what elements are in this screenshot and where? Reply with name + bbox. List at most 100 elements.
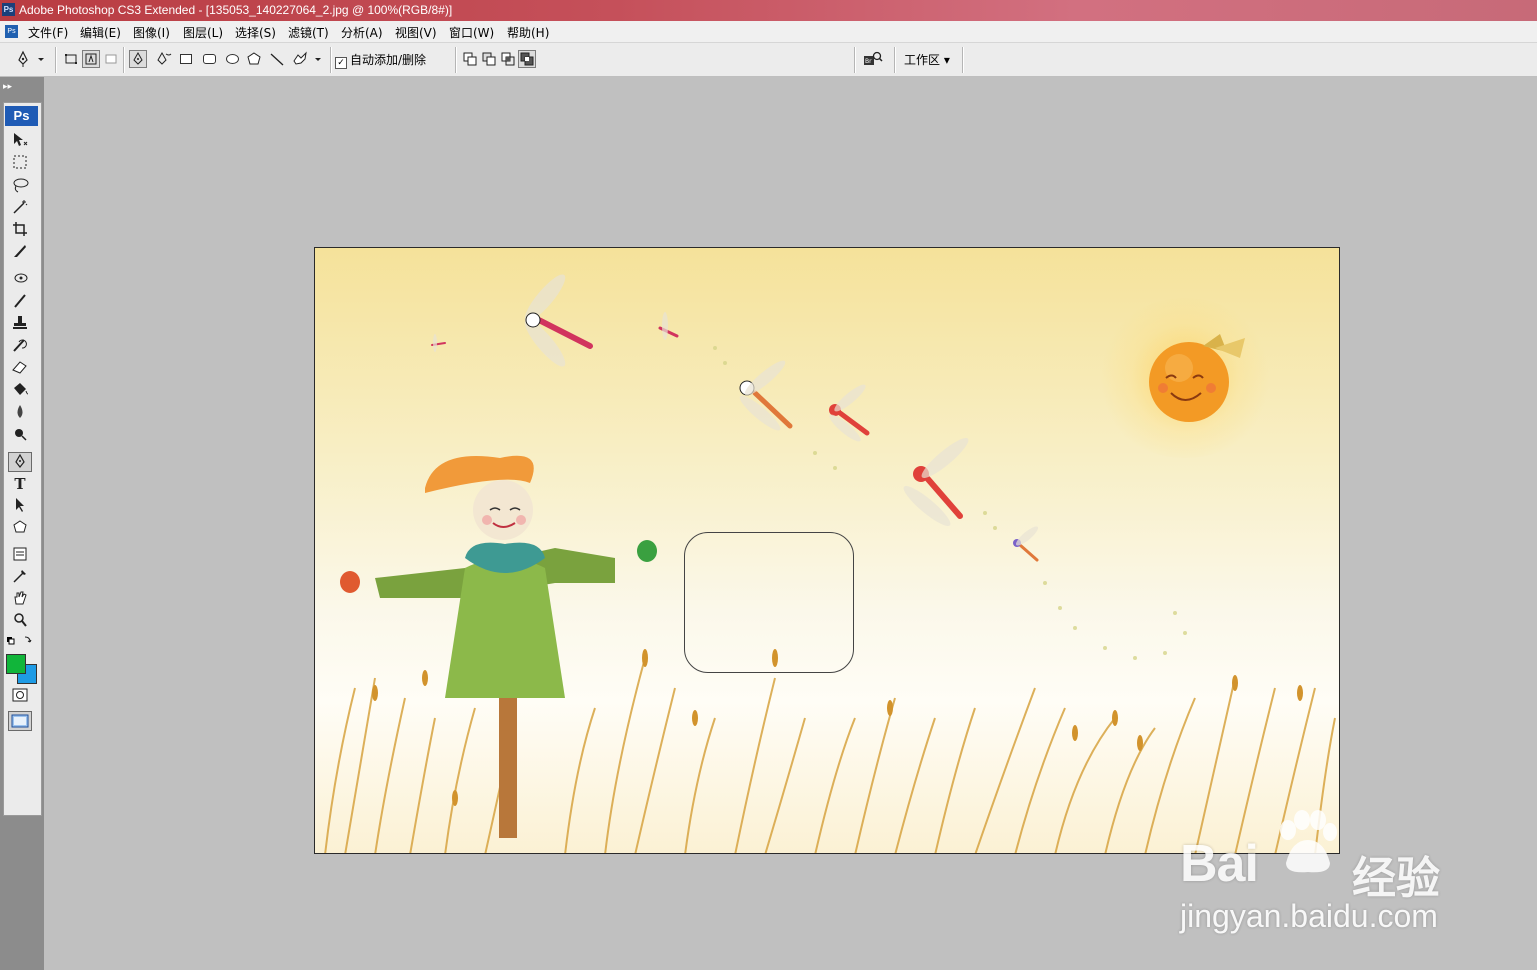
- tool-preset-picker[interactable]: [14, 50, 32, 68]
- subtract-path-area-button[interactable]: [480, 50, 498, 68]
- chevron-down-icon: [315, 58, 321, 61]
- document-canvas[interactable]: [314, 247, 1340, 854]
- preset-dropdown-arrow[interactable]: [36, 50, 46, 68]
- menu-analysis[interactable]: 分析(A): [341, 24, 383, 41]
- photoshop-logo[interactable]: Ps: [5, 106, 38, 126]
- add-to-path-area-button[interactable]: [461, 50, 479, 68]
- rounded-rectangle-tool-icon[interactable]: [203, 54, 216, 64]
- checkbox-check-icon[interactable]: ✓: [335, 57, 347, 69]
- line-tool-option[interactable]: [268, 50, 286, 68]
- magic-wand-icon: [13, 200, 28, 214]
- path-combine-add-icon: [463, 52, 477, 66]
- menu-layer[interactable]: 图层(L): [183, 24, 223, 41]
- auto-add-delete-checkbox[interactable]: ✓ 自动添加/删除: [335, 51, 426, 69]
- brush-tool[interactable]: [8, 292, 32, 312]
- hand-icon: [14, 591, 27, 605]
- separator: [894, 47, 896, 73]
- lasso-icon: [13, 178, 29, 193]
- panel-collapse-icon[interactable]: ▸▸: [3, 82, 12, 92]
- eyedropper-tool[interactable]: [8, 567, 32, 587]
- quick-mask-icon: [12, 688, 28, 702]
- rounded-rectangle-path[interactable]: [684, 532, 854, 673]
- bridge-search-icon: Br: [864, 51, 883, 65]
- screen-mode-button[interactable]: [8, 711, 32, 731]
- menu-select[interactable]: 选择(S): [235, 24, 276, 41]
- path-combine-intersect-icon: [501, 52, 515, 66]
- foreground-color-swatch[interactable]: [6, 654, 26, 674]
- type-tool[interactable]: T: [8, 474, 32, 494]
- custom-shape-option[interactable]: [291, 50, 309, 68]
- svg-text:Br: Br: [865, 58, 872, 65]
- ellipse-tool-icon[interactable]: [226, 54, 239, 64]
- line-icon: [270, 53, 284, 66]
- zoom-tool[interactable]: [8, 611, 32, 631]
- shape-layers-button[interactable]: [62, 50, 80, 68]
- separator: [962, 47, 964, 73]
- spot-healing-tool[interactable]: [8, 269, 32, 289]
- freeform-pen-icon: [157, 51, 172, 65]
- menu-filter[interactable]: 滤镜(T): [288, 24, 329, 41]
- history-brush-tool[interactable]: [8, 336, 32, 356]
- baidu-jingyan-watermark: Bai 经验 jingyan.baidu.com: [1180, 800, 1510, 950]
- quick-mask-button[interactable]: [8, 686, 32, 706]
- pen-icon: [15, 453, 25, 468]
- paint-bucket-icon: [14, 383, 29, 395]
- color-swap-controls[interactable]: [5, 634, 35, 648]
- separator: [123, 47, 125, 73]
- path-combine-subtract-icon: [482, 52, 496, 66]
- shape-tool[interactable]: [8, 518, 32, 538]
- menu-bar: Ps 文件(F) 编辑(E) 图像(I) 图层(L) 选择(S) 滤镜(T) 分…: [0, 21, 1537, 43]
- menu-edit[interactable]: 编辑(E): [80, 24, 121, 41]
- pen-icon: [18, 50, 28, 67]
- clone-stamp-tool[interactable]: [8, 314, 32, 334]
- menu-view[interactable]: 视图(V): [395, 24, 437, 41]
- blur-tool[interactable]: [8, 403, 32, 423]
- lasso-tool[interactable]: [8, 176, 32, 196]
- rectangle-tool-icon[interactable]: [180, 54, 192, 64]
- fill-pixels-button[interactable]: [102, 50, 120, 68]
- exclude-path-area-button[interactable]: [518, 50, 536, 68]
- menu-window[interactable]: 窗口(W): [449, 24, 494, 41]
- paint-bucket-tool[interactable]: [8, 380, 32, 400]
- shape-layers-icon: [65, 54, 77, 64]
- path-selection-tool[interactable]: [8, 496, 32, 516]
- crop-tool[interactable]: [8, 220, 32, 240]
- hand-tool[interactable]: [8, 589, 32, 609]
- path-combine-exclude-icon: [520, 52, 534, 66]
- freeform-pen-option[interactable]: [155, 50, 173, 68]
- app-icon[interactable]: Ps: [2, 3, 15, 16]
- custom-shape-dropdown[interactable]: [313, 50, 323, 68]
- watermark-logo-text: Bai: [1180, 835, 1259, 893]
- watermark-logo-suffix: 经验: [1352, 853, 1440, 904]
- intersect-path-area-button[interactable]: [499, 50, 517, 68]
- eyedropper-icon: [13, 570, 26, 583]
- smiling-sun: [1149, 334, 1245, 422]
- workspace-button[interactable]: 工作区 ▾: [904, 51, 950, 68]
- baidu-paw-icon: [1280, 810, 1337, 873]
- separator: [55, 47, 57, 73]
- document-icon[interactable]: Ps: [5, 25, 18, 38]
- pen-tool-option[interactable]: [129, 50, 147, 68]
- menu-file[interactable]: 文件(F): [28, 24, 68, 41]
- slice-tool[interactable]: [8, 242, 32, 262]
- brush-icon: [14, 294, 26, 308]
- pen-tool[interactable]: [8, 452, 32, 472]
- magic-wand-tool[interactable]: [8, 198, 32, 218]
- chevron-down-icon: [38, 58, 44, 61]
- swap-colors-icon: [7, 636, 32, 645]
- paths-button[interactable]: [82, 50, 100, 68]
- polygon-icon: [13, 520, 27, 533]
- watermark-url: jingyan.baidu.com: [1180, 898, 1438, 934]
- marquee-tool[interactable]: [8, 153, 32, 173]
- notes-tool[interactable]: [8, 545, 32, 565]
- bridge-button[interactable]: Br: [862, 50, 886, 68]
- polygon-icon: [247, 52, 261, 65]
- move-tool[interactable]: [8, 131, 32, 151]
- note-icon: [13, 547, 27, 561]
- dodge-tool[interactable]: [8, 425, 32, 445]
- menu-help[interactable]: 帮助(H): [507, 24, 549, 41]
- window-title: Adobe Photoshop CS3 Extended - [135053_1…: [19, 3, 453, 17]
- menu-image[interactable]: 图像(I): [133, 24, 170, 41]
- eraser-tool[interactable]: [8, 358, 32, 378]
- polygon-tool-option[interactable]: [245, 50, 263, 68]
